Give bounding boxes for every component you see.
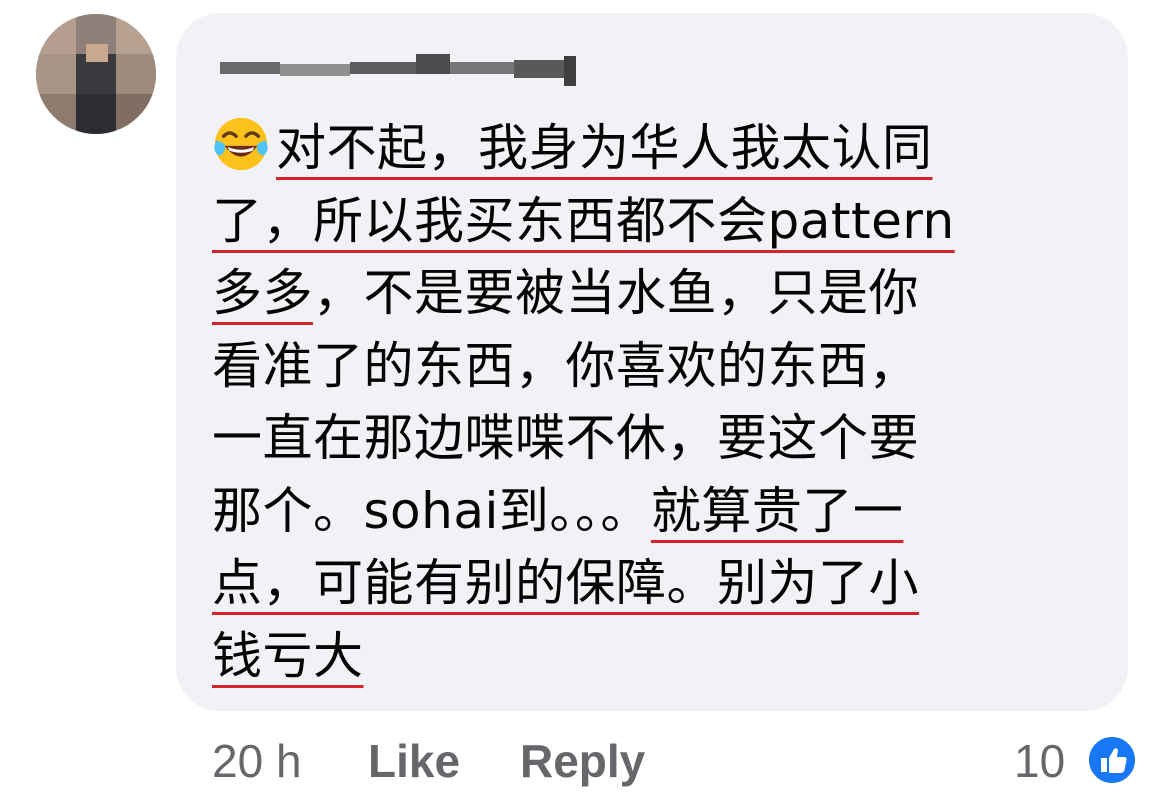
underlined-text: 多多 xyxy=(212,264,313,322)
comment-line: 对不起，我身为华人我太认同 xyxy=(212,112,955,185)
comment-text: 对不起，我身为华人我太认同 了，所以我买东西都不会pattern 多多，不是要被… xyxy=(212,112,955,692)
comment-line: 那个。sohai到。。。就算贵了一 xyxy=(212,481,904,540)
comment-line: 看准了的东西，你喜欢的东西， xyxy=(212,336,919,395)
reaction-summary[interactable]: 10 xyxy=(1014,726,1144,796)
timestamp-link[interactable]: 20 h xyxy=(212,726,302,796)
reaction-count: 10 xyxy=(1014,735,1066,787)
underlined-text: 了，所以我买东西都不会pattern xyxy=(212,191,955,250)
comment-line: 了，所以我买东西都不会pattern xyxy=(212,185,955,258)
comment-line: 多多，不是要被当水鱼，只是你 xyxy=(212,264,919,322)
comment-line: 点，可能有别的保障。别为了小 xyxy=(212,547,955,620)
comment-line: 钱亏大 xyxy=(212,620,955,693)
reply-button[interactable]: Reply xyxy=(520,726,645,796)
thumbs-up-icon xyxy=(1086,734,1138,786)
comment-line: 一直在那边喋喋不休，要这个要 xyxy=(212,409,919,467)
avatar[interactable] xyxy=(36,14,156,134)
like-button[interactable]: Like xyxy=(368,726,460,796)
underlined-text: 点，可能有别的保障。别为了小 xyxy=(212,554,919,612)
author-name-redacted[interactable] xyxy=(220,46,576,94)
underlined-text: 对不起，我身为华人我太认同 xyxy=(276,119,933,177)
underlined-text: 就算贵了一 xyxy=(650,481,904,540)
underlined-text: 钱亏大 xyxy=(212,626,364,685)
tears-of-joy-emoji xyxy=(214,117,268,171)
